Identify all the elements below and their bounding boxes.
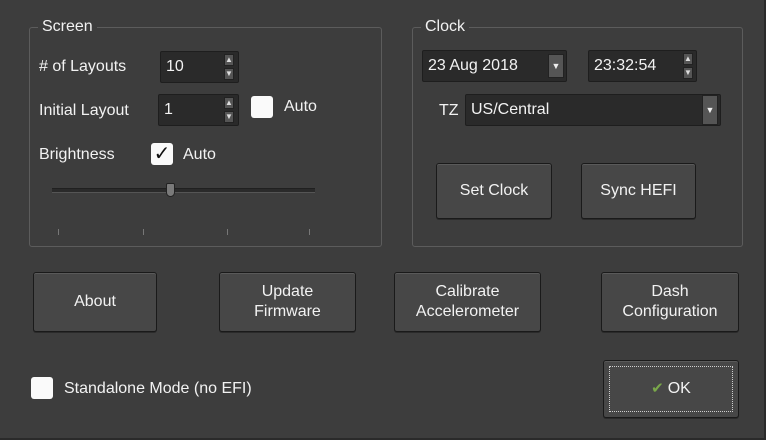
initial-layout-spin-buttons: ▲ ▼ <box>222 95 236 125</box>
initial-layout-up-arrow-icon[interactable]: ▲ <box>224 97 234 109</box>
update-firmware-label-2: Firmware <box>254 303 321 320</box>
sync-hefi-label: Sync HEFI <box>600 182 677 199</box>
initial-layout-value: 1 <box>164 101 173 118</box>
timezone-dropdown[interactable]: US/Central <box>465 94 721 126</box>
calibrate-accelerometer-button[interactable]: Calibrate Accelerometer <box>394 272 541 332</box>
about-label: About <box>74 293 116 310</box>
check-icon: ✓ <box>153 143 171 165</box>
layouts-label: # of Layouts <box>39 58 127 75</box>
initial-auto-checkbox[interactable] <box>251 96 273 118</box>
about-button[interactable]: About <box>33 272 157 332</box>
set-clock-button[interactable]: Set Clock <box>436 163 552 219</box>
slider-tick <box>227 229 228 235</box>
time-value: 23:32:54 <box>594 57 657 74</box>
calibrate-label-2: Accelerometer <box>415 303 520 320</box>
layouts-down-arrow-icon[interactable]: ▼ <box>224 68 234 80</box>
clock-group-title: Clock <box>421 18 470 36</box>
date-value: 23 Aug 2018 <box>428 57 518 74</box>
time-down-arrow-icon[interactable]: ▼ <box>683 67 693 79</box>
brightness-auto-checkbox[interactable]: ✓ <box>151 143 173 165</box>
time-spin-buttons: ▲ ▼ <box>681 51 695 81</box>
date-chevron-down-icon[interactable]: ▼ <box>548 54 564 78</box>
layouts-spin-buttons: ▲ ▼ <box>222 52 236 82</box>
settings-dialog: Screen # of Layouts 10 ▲ ▼ Initial Layou… <box>0 0 766 440</box>
initial-layout-down-arrow-icon[interactable]: ▼ <box>224 111 234 123</box>
time-up-arrow-icon[interactable]: ▲ <box>683 53 693 65</box>
initial-layout-label: Initial Layout <box>39 102 129 119</box>
timezone-value: US/Central <box>471 101 550 118</box>
standalone-checkbox[interactable] <box>31 377 53 399</box>
timezone-chevron-down-icon[interactable]: ▼ <box>702 95 718 125</box>
dash-configuration-button[interactable]: Dash Configuration <box>601 272 739 332</box>
set-clock-label: Set Clock <box>459 182 529 199</box>
slider-tick <box>143 229 144 235</box>
date-dropdown[interactable]: 23 Aug 2018 <box>422 50 567 82</box>
ok-button[interactable]: ✔ OK <box>603 360 739 418</box>
sync-hefi-button[interactable]: Sync HEFI <box>581 163 696 219</box>
update-firmware-label-1: Update <box>261 283 314 300</box>
standalone-label: Standalone Mode (no EFI) <box>64 380 252 397</box>
brightness-slider[interactable] <box>52 188 315 193</box>
calibrate-label-1: Calibrate <box>435 283 500 300</box>
layouts-up-arrow-icon[interactable]: ▲ <box>224 54 234 66</box>
screen-group-title: Screen <box>38 18 97 36</box>
initial-auto-label: Auto <box>284 98 317 115</box>
brightness-label: Brightness <box>39 146 115 163</box>
check-icon: ✔ <box>651 380 664 397</box>
ok-label: OK <box>667 380 691 397</box>
brightness-slider-handle[interactable] <box>166 183 176 197</box>
slider-tick <box>58 229 59 235</box>
slider-tick <box>309 229 310 235</box>
dash-label-1: Dash <box>651 283 689 300</box>
update-firmware-button[interactable]: Update Firmware <box>219 272 356 332</box>
tz-label: TZ <box>439 102 459 119</box>
dash-label-2: Configuration <box>622 303 718 320</box>
brightness-auto-label: Auto <box>183 146 216 163</box>
layouts-value: 10 <box>166 58 184 75</box>
